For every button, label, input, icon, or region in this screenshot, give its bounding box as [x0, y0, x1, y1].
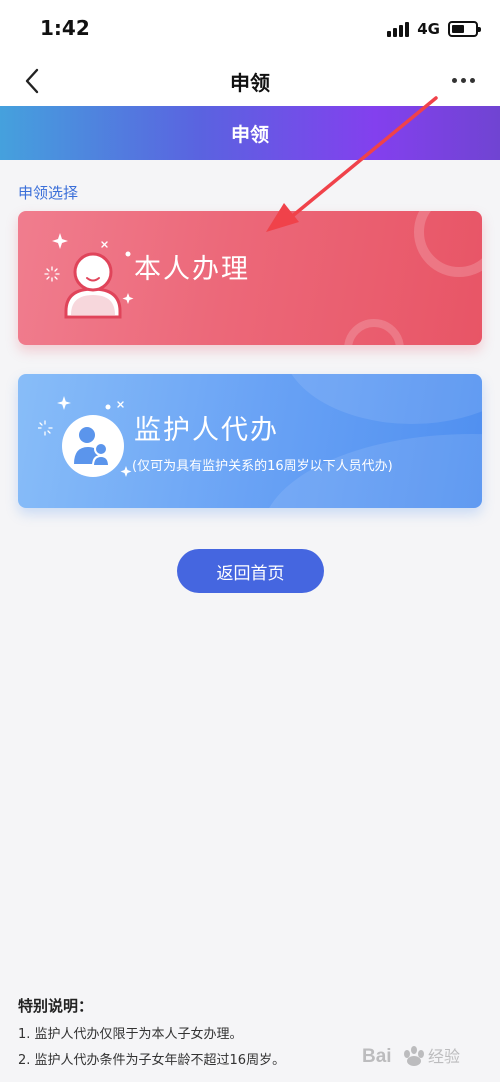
banner-title: 申领	[230, 124, 269, 146]
more-horizontal-icon[interactable]	[448, 70, 478, 90]
battery-icon	[448, 21, 481, 37]
note-item: 1. 监护人代办仅限于为本人子女办理。	[18, 1027, 243, 1042]
svg-text:Bai: Bai	[362, 1046, 392, 1067]
note-item: 2. 监护人代办条件为子女年龄不超过16周岁。	[18, 1053, 286, 1068]
status-time: 1:42	[40, 16, 90, 40]
svg-text:经验: 经验	[428, 1047, 460, 1066]
annotation-arrow	[266, 96, 438, 232]
return-home-button[interactable]: 返回首页	[177, 549, 324, 593]
page-title: 申领	[230, 71, 270, 95]
decorative-wave	[282, 374, 482, 424]
baidu-watermark-logo: Bai 经验	[362, 1046, 460, 1067]
signal-icon	[387, 21, 410, 37]
status-bar: 1:42 4G	[0, 0, 500, 58]
person-avatar-icon	[44, 233, 134, 319]
network-type: 4G	[417, 20, 440, 38]
self-card-title: 本人办理	[134, 254, 250, 285]
guardian-apply-card[interactable]: 监护人代办 (仅可为具有监护关系的16周岁以下人员代办)	[18, 374, 482, 508]
parent-child-icon	[38, 396, 132, 477]
status-indicators: 4G	[387, 18, 481, 40]
guardian-card-title: 监护人代办	[134, 415, 279, 446]
section-label: 申领选择	[18, 184, 79, 202]
navigation-bar: 申领	[0, 58, 500, 106]
self-apply-card[interactable]: 本人办理	[18, 211, 482, 345]
guardian-card-subtitle: (仅可为具有监护关系的16周岁以下人员代办)	[132, 459, 393, 474]
header-banner: 申领	[0, 106, 500, 160]
decorative-ring	[344, 319, 404, 345]
battery-level	[452, 25, 465, 33]
notes-title: 特别说明：	[18, 997, 94, 1015]
decorative-ring	[414, 211, 482, 277]
